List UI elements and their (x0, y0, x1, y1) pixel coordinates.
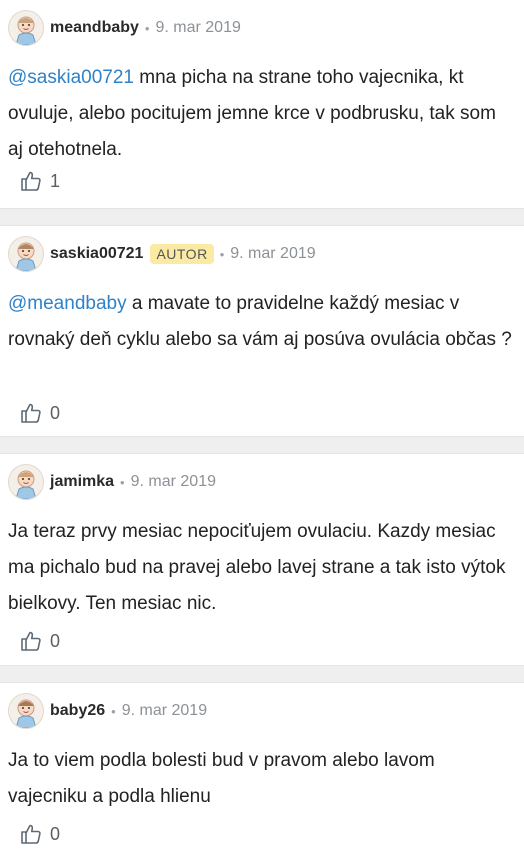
like-count: 0 (50, 823, 61, 844)
baby-avatar-icon (15, 16, 37, 45)
comment: saskia00721 AUTOR • 9. mar 2019 @meandba… (0, 226, 524, 436)
comment-body: Ja to viem podla bolesti bud v pravom al… (8, 750, 435, 807)
username[interactable]: baby26 (50, 702, 105, 720)
like-button[interactable]: 0 (20, 823, 60, 845)
meta-separator: • (144, 20, 150, 36)
thumbs-up-icon (21, 171, 41, 191)
avatar[interactable] (8, 236, 44, 272)
comment-divider (0, 208, 524, 226)
like-button[interactable]: 0 (20, 402, 60, 424)
comment-header: saskia00721 AUTOR • 9. mar 2019 (8, 236, 316, 272)
comment-date: 9. mar 2019 (121, 702, 208, 719)
username[interactable]: saskia00721 (50, 245, 143, 263)
comment-text: @saskia00721 mna picha na strane toho va… (8, 60, 512, 168)
comment-text: @meandbaby a mavate to pravidelne každý … (8, 286, 512, 358)
author-badge: AUTOR (150, 244, 214, 264)
comment-header: jamimka • 9. mar 2019 (8, 464, 216, 500)
username[interactable]: meandbaby (50, 19, 139, 37)
thumbs-up-icon (21, 631, 41, 651)
comment-date: 9. mar 2019 (230, 245, 316, 262)
baby-avatar-icon (15, 242, 37, 271)
comment-date: 9. mar 2019 (130, 473, 216, 490)
thumbs-up-icon (21, 403, 41, 423)
like-count: 0 (50, 630, 61, 651)
like-count: 1 (50, 170, 61, 191)
like-button[interactable]: 1 (20, 170, 60, 192)
like-count: 0 (50, 402, 61, 423)
baby-avatar-icon (15, 699, 37, 728)
like-button[interactable]: 0 (20, 630, 60, 652)
comment: baby26 • 9. mar 2019 Ja to viem podla bo… (0, 683, 524, 858)
comment-divider (0, 436, 524, 454)
comment-divider (0, 665, 524, 683)
meta-separator: • (219, 246, 225, 262)
user-mention[interactable]: @saskia00721 (8, 67, 134, 88)
avatar[interactable] (8, 10, 44, 46)
comment-header: baby26 • 9. mar 2019 (8, 693, 207, 729)
comment-date: 9. mar 2019 (155, 19, 241, 36)
comment-text: Ja to viem podla bolesti bud v pravom al… (8, 743, 512, 815)
avatar[interactable] (8, 693, 44, 729)
comment: meandbaby • 9. mar 2019 @saskia00721 mna… (0, 0, 524, 208)
username[interactable]: jamimka (50, 473, 114, 491)
thumbs-up-icon (21, 824, 41, 844)
avatar[interactable] (8, 464, 44, 500)
baby-avatar-icon (15, 470, 37, 499)
meta-separator: • (120, 474, 125, 490)
comment-header: meandbaby • 9. mar 2019 (8, 10, 241, 46)
comment: jamimka • 9. mar 2019 Ja teraz prvy mesi… (0, 454, 524, 665)
meta-separator: • (111, 703, 116, 719)
comment-body: Ja teraz prvy mesiac nepociťujem ovulaci… (8, 521, 506, 614)
comment-text: Ja teraz prvy mesiac nepociťujem ovulaci… (8, 514, 512, 622)
user-mention[interactable]: @meandbaby (8, 293, 127, 314)
